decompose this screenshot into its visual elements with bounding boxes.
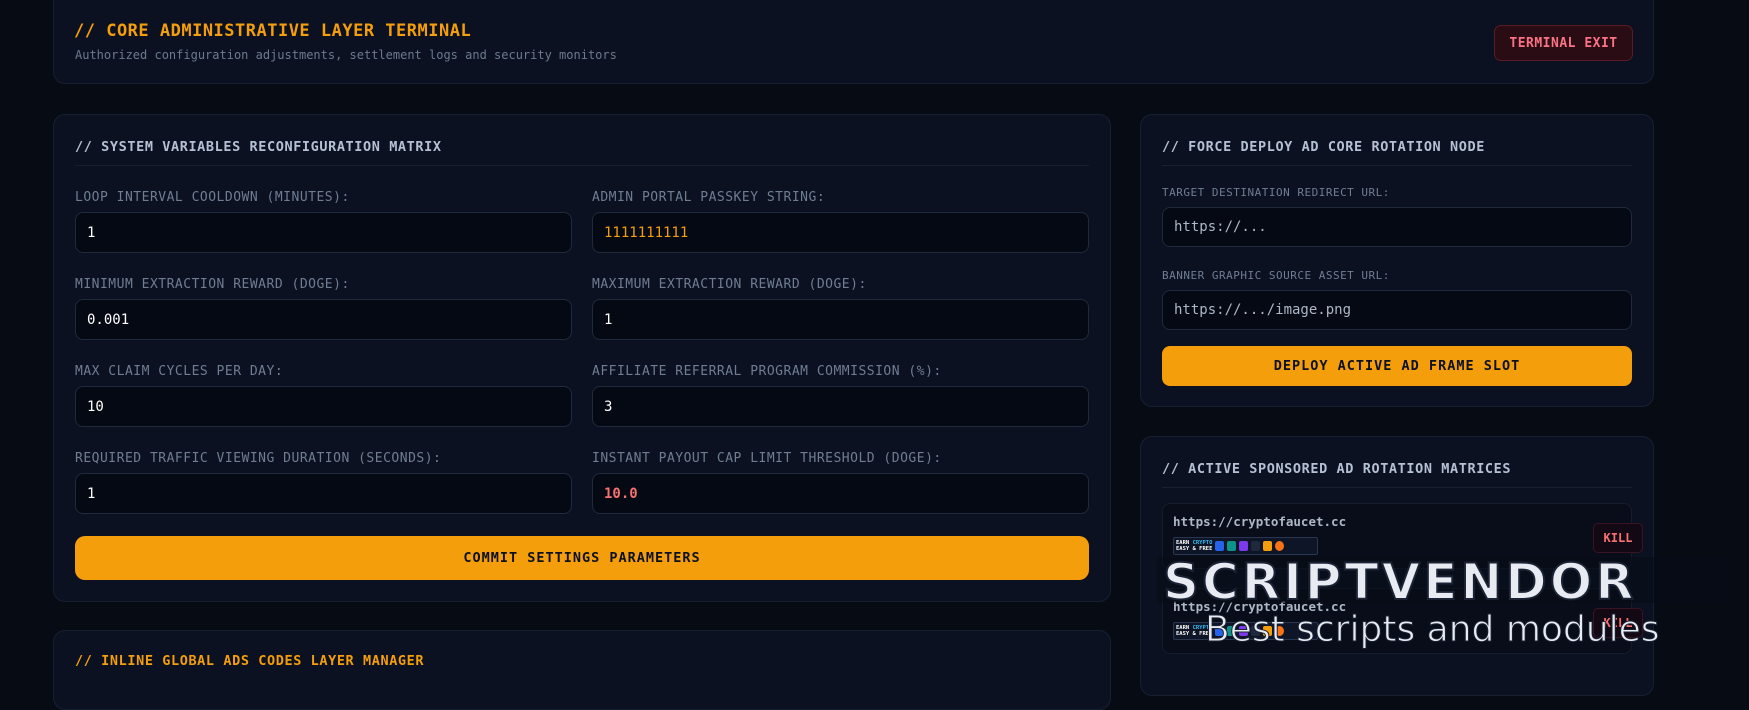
loop-interval-input[interactable]: [75, 212, 572, 253]
payout-cap-label: INSTANT PAYOUT CAP LIMIT THRESHOLD (DOGE…: [592, 451, 942, 466]
active-ads-panel: // ACTIVE SPONSORED AD ROTATION MATRICES…: [1140, 436, 1654, 696]
ad-banner-text: EARN CRYPTO EASY & FREE: [1176, 540, 1213, 552]
ad-banner-icon: [1227, 626, 1237, 636]
min-reward-input[interactable]: [75, 299, 572, 340]
page-title: // CORE ADMINISTRATIVE LAYER TERMINAL: [74, 21, 472, 41]
deploy-panel: // FORCE DEPLOY AD CORE ROTATION NODE TA…: [1140, 114, 1654, 407]
ad-banner-icon: [1275, 626, 1285, 636]
viewing-duration-label: REQUIRED TRAFFIC VIEWING DURATION (SECON…: [75, 451, 442, 466]
ad-banner-icon: [1251, 541, 1261, 551]
kill-ad-button[interactable]: KILL: [1593, 523, 1643, 553]
ad-banner-image: EARN CRYPTO EASY & FREE: [1173, 537, 1318, 555]
admin-passkey-input[interactable]: [592, 212, 1089, 253]
deploy-divider: [1162, 165, 1632, 166]
active-ads-divider: [1162, 487, 1632, 488]
redirect-url-input[interactable]: [1162, 207, 1632, 247]
max-reward-input[interactable]: [592, 299, 1089, 340]
referral-commission-input[interactable]: [592, 386, 1089, 427]
ad-banner-icon: [1215, 541, 1225, 551]
settings-divider: [75, 165, 1089, 166]
ad-url: https://cryptofaucet.cc: [1173, 599, 1347, 614]
referral-commission-label: AFFILIATE REFERRAL PROGRAM COMMISSION (%…: [592, 364, 942, 379]
payout-cap-input[interactable]: [592, 473, 1089, 514]
ad-banner-icon: [1227, 541, 1237, 551]
ad-banner-image: EARN CRYPTO EASY & FREE: [1173, 622, 1318, 640]
banner-url-input[interactable]: [1162, 290, 1632, 330]
settings-title: // SYSTEM VARIABLES RECONFIGURATION MATR…: [75, 139, 442, 155]
loop-interval-label: LOOP INTERVAL COOLDOWN (MINUTES):: [75, 190, 350, 205]
ad-item: https://cryptofaucet.cc EARN CRYPTO EASY…: [1162, 503, 1643, 569]
ad-banner-text: EARN CRYPTO EASY & FREE: [1176, 625, 1213, 637]
settings-panel: // SYSTEM VARIABLES RECONFIGURATION MATR…: [53, 114, 1111, 602]
max-claims-input[interactable]: [75, 386, 572, 427]
ad-banner-icon: [1263, 626, 1273, 636]
ad-banner-icon: [1263, 541, 1273, 551]
kill-ad-button[interactable]: KILL: [1593, 608, 1643, 638]
ads-codes-panel: // INLINE GLOBAL ADS CODES LAYER MANAGER: [53, 630, 1111, 710]
max-claims-label: MAX CLAIM CYCLES PER DAY:: [75, 364, 284, 379]
commit-settings-button[interactable]: COMMIT SETTINGS PARAMETERS: [75, 536, 1089, 580]
header-panel: // CORE ADMINISTRATIVE LAYER TERMINAL Au…: [53, 0, 1654, 84]
ad-banner-icon: [1239, 541, 1249, 551]
terminal-exit-button[interactable]: TERMINAL EXIT: [1494, 25, 1633, 61]
admin-passkey-label: ADMIN PORTAL PASSKEY STRING:: [592, 190, 826, 205]
ad-banner-icon: [1215, 626, 1225, 636]
ad-banner-icon: [1251, 626, 1261, 636]
redirect-url-label: TARGET DESTINATION REDIRECT URL:: [1162, 186, 1390, 199]
ad-item: https://cryptofaucet.cc EARN CRYPTO EASY…: [1162, 588, 1643, 654]
min-reward-label: MINIMUM EXTRACTION REWARD (DOGE):: [75, 277, 350, 292]
ad-banner-icon: [1275, 541, 1285, 551]
viewing-duration-input[interactable]: [75, 473, 572, 514]
deploy-ad-button[interactable]: DEPLOY ACTIVE AD FRAME SLOT: [1162, 346, 1632, 386]
deploy-title: // FORCE DEPLOY AD CORE ROTATION NODE: [1162, 139, 1485, 155]
banner-url-label: BANNER GRAPHIC SOURCE ASSET URL:: [1162, 269, 1390, 282]
ads-codes-title: // INLINE GLOBAL ADS CODES LAYER MANAGER: [75, 653, 425, 669]
page-subtitle: Authorized configuration adjustments, se…: [75, 48, 617, 62]
ad-url: https://cryptofaucet.cc: [1173, 514, 1347, 529]
active-ads-title: // ACTIVE SPONSORED AD ROTATION MATRICES: [1162, 461, 1512, 477]
ad-banner-icon: [1239, 626, 1249, 636]
max-reward-label: MAXIMUM EXTRACTION REWARD (DOGE):: [592, 277, 867, 292]
